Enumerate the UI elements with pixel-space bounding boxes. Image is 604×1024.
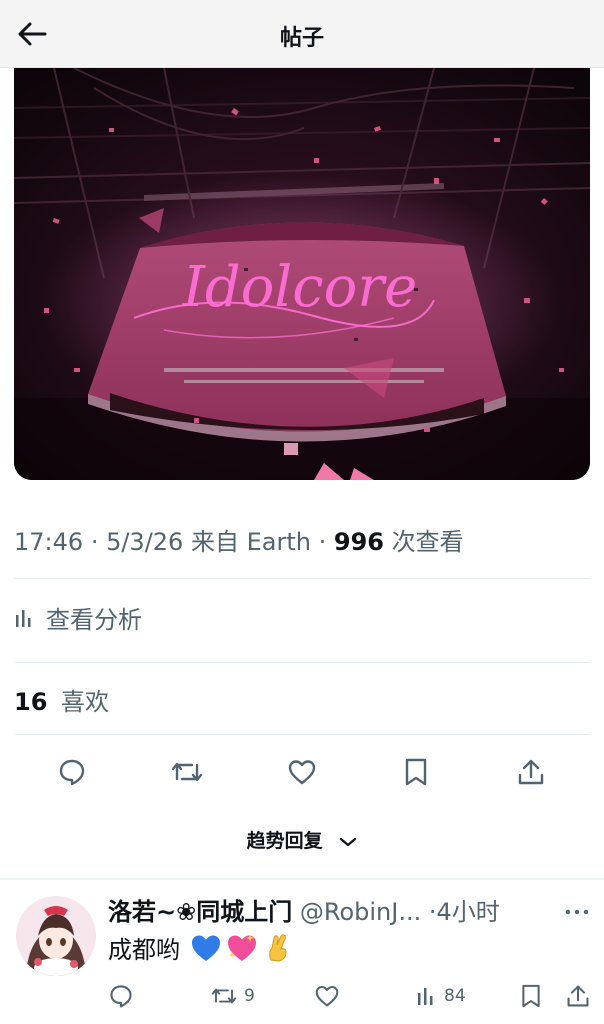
share-button[interactable]: [511, 752, 551, 792]
post-date: 5/3/26: [106, 528, 184, 556]
views-count: 84: [444, 986, 466, 1006]
likes-summary[interactable]: 16 喜欢: [14, 682, 109, 717]
reply-reply-button[interactable]: [108, 980, 134, 1012]
post-time: 17:46: [14, 528, 84, 556]
views-label: 次查看: [391, 528, 464, 556]
bookmark-button[interactable]: [396, 752, 436, 792]
reply-icon: [110, 985, 132, 1008]
like-icon: [315, 985, 339, 1007]
analytics-label: 查看分析: [46, 606, 142, 634]
divider: [14, 662, 590, 663]
trending-replies-toggle[interactable]: 趋势回复: [0, 826, 604, 853]
top-bar: 帖子: [0, 0, 604, 68]
reply-author-handle[interactable]: @RobinJ...: [300, 898, 421, 926]
views-count: 996: [333, 528, 384, 556]
reply-like-button[interactable]: [314, 980, 340, 1012]
share-icon: [567, 985, 589, 1007]
like-button[interactable]: [282, 752, 322, 792]
view-analytics-link[interactable]: 查看分析: [14, 600, 142, 635]
likes-label: 喜欢: [61, 688, 110, 716]
like-icon: [288, 760, 316, 785]
blue-heart-icon: [192, 935, 220, 961]
likes-count: 16: [14, 688, 48, 716]
avatar[interactable]: [16, 896, 96, 976]
reply-share-button[interactable]: [566, 980, 590, 1012]
retweet-count: 9: [244, 986, 255, 1006]
post-actions: [0, 752, 604, 792]
more-horizontal-icon: [565, 909, 589, 915]
post-source: Earth: [246, 528, 311, 556]
retweet-button[interactable]: [167, 752, 207, 792]
reply-author-name[interactable]: 洛若~❀同城上门: [108, 898, 292, 926]
share-icon: [518, 759, 544, 785]
post-image[interactable]: Idolcore: [14, 68, 590, 480]
reply-content: 成都哟: [108, 930, 294, 965]
divider: [14, 734, 590, 735]
chevron-down-icon: [340, 837, 357, 846]
crossed-fingers-icon: [269, 933, 287, 962]
divider: [14, 578, 590, 579]
bookmark-icon: [405, 758, 427, 786]
section-divider: [0, 878, 604, 880]
trending-label: 趋势回复: [246, 830, 323, 852]
reply-retweet-button[interactable]: 9: [210, 980, 255, 1012]
more-options-button[interactable]: [562, 902, 592, 922]
bar-chart-icon: [418, 988, 433, 1005]
bar-chart-icon: [16, 609, 31, 627]
page-title: 帖子: [279, 26, 324, 51]
reply-text: 成都哟: [108, 936, 180, 964]
reply-views-button[interactable]: 84: [416, 980, 466, 1012]
reply-time: 4小时: [436, 898, 500, 926]
reply-bookmark-button[interactable]: [520, 980, 542, 1012]
reply-actions: 9 84: [0, 980, 604, 1012]
sparkling-heart-icon: [228, 933, 256, 961]
svg-text:Idolcore: Idolcore: [182, 255, 418, 320]
retweet-icon: [211, 988, 237, 1004]
reply-header: 洛若~❀同城上门 @RobinJ... ·4小时: [108, 898, 500, 926]
reply-icon: [59, 759, 85, 786]
post-meta: 17:46 · 5/3/26 来自 Earth · 996 次查看: [14, 528, 464, 556]
retweet-icon: [171, 762, 203, 782]
reply-button[interactable]: [52, 752, 92, 792]
bookmark-icon: [522, 984, 540, 1008]
source-prefix: 来自: [190, 528, 239, 556]
